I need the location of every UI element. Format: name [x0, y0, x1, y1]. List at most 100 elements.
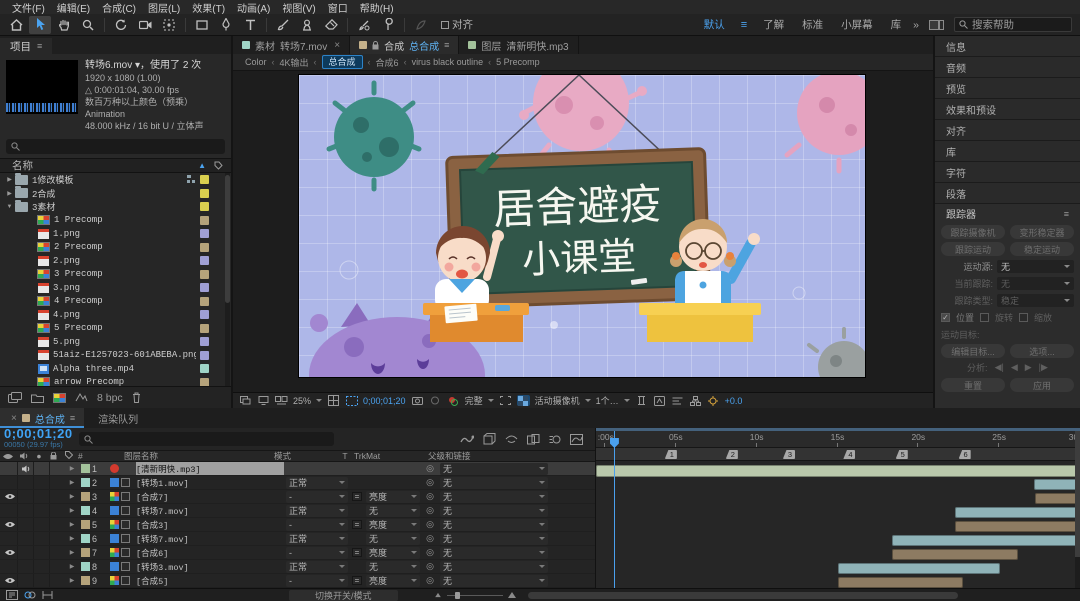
lock-toggle[interactable]	[50, 490, 66, 503]
close-tab-icon[interactable]: ×	[11, 413, 17, 424]
project-column-header[interactable]: 名称 ▲	[0, 158, 231, 173]
audio-toggle[interactable]	[18, 546, 34, 559]
label-color-chip[interactable]	[200, 337, 209, 346]
audio-toggle[interactable]	[18, 518, 34, 531]
workspace-tab[interactable]: 库	[889, 17, 904, 32]
parent-link-dropdown[interactable]: 无	[438, 491, 550, 503]
layer-twirl-icon[interactable]: ▶	[66, 535, 78, 542]
menu-item[interactable]: 合成(C)	[96, 0, 142, 15]
label-color-chip[interactable]	[200, 256, 209, 265]
right-panel-tab[interactable]: 预览	[935, 78, 1080, 99]
selection-tool-icon[interactable]	[29, 16, 51, 34]
project-scrollbar[interactable]	[225, 173, 230, 386]
fast-previews-icon[interactable]	[653, 395, 666, 406]
edit-target-button[interactable]: 编辑目标...	[941, 344, 1005, 358]
audio-toggle[interactable]	[18, 574, 34, 587]
matte-toggle-icon[interactable]: =	[352, 548, 362, 557]
zoom-in-icon[interactable]	[508, 592, 516, 598]
layer-color-chip[interactable]	[78, 492, 92, 501]
blend-mode-dropdown[interactable]: -	[284, 575, 350, 587]
right-panel-tab[interactable]: 库	[935, 141, 1080, 162]
menu-item[interactable]: 动画(A)	[231, 0, 276, 15]
toggle-switches-modes-button[interactable]: 切换开关/模式	[289, 590, 398, 601]
track-matte-dropdown[interactable]: 亮度	[364, 575, 422, 587]
lock-toggle[interactable]	[50, 476, 66, 489]
twirl-icon[interactable]: ▶	[4, 176, 15, 183]
parent-pickwhip-icon[interactable]: ◎	[422, 547, 438, 558]
solo-toggle[interactable]	[34, 560, 50, 573]
menu-item[interactable]: 视图(V)	[276, 0, 321, 15]
breadcrumb-item[interactable]: 4K输出	[280, 56, 309, 69]
track-matte-dropdown[interactable]: 无	[364, 505, 422, 517]
lock-toggle[interactable]	[50, 462, 66, 475]
panel-menu-icon[interactable]: ≡	[1064, 209, 1069, 219]
project-item-row[interactable]: 4 Precomp	[0, 295, 231, 309]
grid-guides-icon[interactable]	[327, 395, 340, 406]
sort-ascending-icon[interactable]: ▲	[198, 161, 206, 170]
track-matte-dropdown[interactable]: 无	[364, 533, 422, 545]
position-checkbox[interactable]: ✓	[941, 313, 950, 322]
matte-toggle-icon[interactable]: =	[352, 576, 362, 585]
breadcrumb-item[interactable]: Color	[245, 57, 267, 67]
timeline-zoom-control[interactable]	[434, 592, 516, 598]
project-item-row[interactable]: 1 Precomp	[0, 214, 231, 228]
track-motion-button[interactable]: 跟踪运动	[941, 242, 1005, 256]
clone-stamp-tool-icon[interactable]	[296, 16, 318, 34]
timeline-layer-row[interactable]: ▶6[转场7.mov]正常无◎无	[0, 532, 595, 546]
matte-toggle-icon[interactable]: =	[352, 492, 362, 501]
audio-toggle[interactable]	[18, 532, 34, 545]
snapshot-icon[interactable]	[411, 395, 424, 406]
breadcrumb-item[interactable]: virus black outline	[412, 57, 484, 67]
track-camera-button[interactable]: 跟踪摄像机	[941, 225, 1005, 239]
parent-pickwhip-icon[interactable]: ◎	[422, 533, 438, 544]
label-color-chip[interactable]	[200, 270, 209, 279]
layer-switches-pane-icon[interactable]	[6, 590, 18, 600]
workspace-tab[interactable]: 了解	[761, 17, 786, 32]
label-color-chip[interactable]	[200, 216, 209, 225]
panel-menu-icon[interactable]: ≡	[37, 41, 42, 51]
view-layout-menu[interactable]: 1个…	[596, 394, 619, 407]
project-item-row[interactable]: Alpha three.mp4	[0, 362, 231, 376]
graph-editor-icon[interactable]	[570, 434, 583, 445]
parent-pickwhip-icon[interactable]: ◎	[422, 477, 438, 488]
composition-marker[interactable]: 5	[896, 450, 908, 459]
track-matte-dropdown[interactable]: 亮度	[364, 547, 422, 559]
zoom-tool-icon[interactable]	[77, 16, 99, 34]
render-queue-tab[interactable]: 渲染队列	[84, 408, 152, 428]
project-item-row[interactable]: arrow Precomp	[0, 376, 231, 387]
workspace-tab[interactable]: 小屏幕	[839, 17, 875, 32]
trkmat-column-label[interactable]: TrkMat	[352, 451, 410, 461]
home-icon[interactable]	[5, 16, 27, 34]
composition-marker[interactable]: 3	[783, 450, 795, 459]
parent-pickwhip-icon[interactable]: ◎	[422, 505, 438, 516]
snap-control[interactable]: 对齐	[441, 17, 473, 32]
bit-depth-label[interactable]: 8 bpc	[97, 392, 123, 404]
project-item-row[interactable]: 4.png	[0, 308, 231, 322]
layer-color-chip[interactable]	[78, 562, 92, 571]
stabilize-motion-button[interactable]: 稳定运动	[1010, 242, 1074, 256]
blend-mode-dropdown[interactable]: 正常	[284, 561, 350, 573]
layer-duration-bar[interactable]	[955, 521, 1080, 532]
type-tool-icon[interactable]	[239, 16, 261, 34]
exposure-icon[interactable]	[707, 395, 720, 406]
layer-duration-bar[interactable]	[838, 563, 1001, 574]
lock-toggle[interactable]	[50, 560, 66, 573]
layer-twirl-icon[interactable]: ▶	[66, 465, 78, 472]
mode-column-label[interactable]: 模式	[272, 450, 338, 462]
visibility-toggle[interactable]	[2, 574, 18, 587]
parent-link-dropdown[interactable]: 无	[438, 561, 550, 573]
mask-visibility-icon[interactable]	[345, 395, 358, 406]
pen-tool-icon[interactable]	[215, 16, 237, 34]
project-panel-tab[interactable]: 项目≡	[0, 38, 52, 54]
zoom-out-icon[interactable]	[435, 593, 441, 597]
layer-duration-bar[interactable]	[1034, 479, 1080, 490]
layer-twirl-icon[interactable]: ▶	[66, 563, 78, 570]
blend-mode-dropdown[interactable]: 正常	[284, 477, 350, 489]
panel-menu-icon[interactable]: ≡	[444, 40, 449, 50]
menu-item[interactable]: 图层(L)	[142, 0, 186, 15]
timeline-vertical-scrollbar[interactable]	[1075, 431, 1080, 588]
blend-mode-dropdown[interactable]: 正常	[284, 505, 350, 517]
solo-toggle[interactable]	[34, 476, 50, 489]
parent-link-dropdown[interactable]: 无	[438, 477, 550, 489]
parent-link-column-label[interactable]: 父级和链接	[426, 450, 538, 462]
